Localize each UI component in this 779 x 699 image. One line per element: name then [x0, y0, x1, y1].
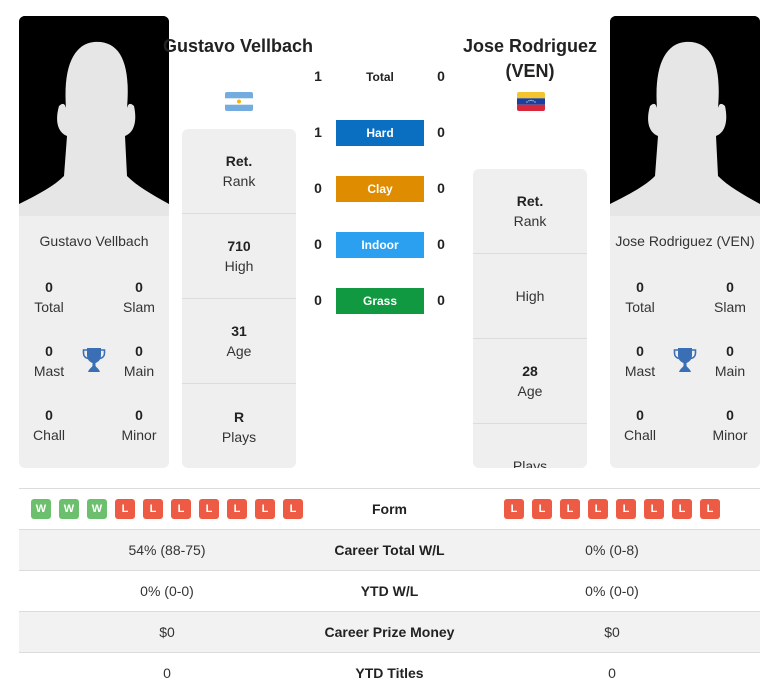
loss-badge[interactable]: L [283, 499, 303, 519]
player1-rank: Ret. Rank [182, 129, 296, 214]
loss-badge[interactable]: L [171, 499, 191, 519]
h2h-grass-row: 0 Grass 0 [300, 288, 460, 314]
table-row: $0 Career Prize Money $0 [19, 612, 760, 653]
loss-badge[interactable]: L [115, 499, 135, 519]
loss-badge[interactable]: L [672, 499, 692, 519]
player2-plays: Plays [512, 458, 548, 468]
comparison-table: WWWLLLLLLL Form LLLLLLLL 54% (88-75) Car… [19, 488, 760, 694]
silhouette-icon [610, 16, 760, 216]
h2h-p2-value: 0 [437, 68, 445, 84]
form-row: WWWLLLLLLL Form LLLLLLLL [19, 489, 760, 530]
h2h-total-row: 1 Total 0 [300, 64, 460, 90]
player1-plays: R Plays [221, 408, 257, 445]
player2-value: 0% (0-0) [585, 583, 639, 599]
player2-high: High [473, 254, 587, 339]
player1-value: $0 [159, 624, 175, 640]
player2-minor-titles: 0 Minor [712, 407, 748, 443]
loss-badge[interactable]: L [700, 499, 720, 519]
player1-full-name: Gustavo Vellbach [39, 233, 149, 249]
loss-badge[interactable]: L [199, 499, 219, 519]
player2-mast-titles: 0 Mast [624, 343, 656, 379]
row-label: Form [372, 501, 407, 517]
h2h-p1-value: 1 [314, 124, 322, 140]
player1-rank-card: Ret. Rank 710 High 31 Age R Plays [182, 129, 296, 468]
loss-badge[interactable]: L [644, 499, 664, 519]
h2h-p2-value: 0 [437, 124, 445, 140]
player2-age: 28 Age [473, 339, 587, 424]
h2h-p1-value: 0 [314, 292, 322, 308]
player2-chall-titles: 0 Chall [624, 407, 656, 443]
player2-photo [610, 16, 760, 216]
h2h-p1-value: 1 [314, 68, 322, 84]
player1-high: 710 High [182, 214, 296, 299]
loss-badge[interactable]: L [532, 499, 552, 519]
player2-total-titles: 0 Total [625, 279, 655, 315]
row-label: Career Prize Money [324, 624, 455, 640]
h2h-p1-value: 0 [314, 236, 322, 252]
venezuela-flag-icon [517, 92, 545, 111]
loss-badge[interactable]: L [227, 499, 247, 519]
player1-chall-titles: 0 Chall [33, 407, 65, 443]
win-badge[interactable]: W [87, 499, 107, 519]
row-label: Career Total W/L [334, 542, 445, 558]
loss-badge[interactable]: L [560, 499, 580, 519]
player2-name-link[interactable]: Jose Rodriguez (VEN) [450, 34, 610, 84]
player2-form-badges: LLLLLLLL [464, 489, 760, 529]
loss-badge[interactable]: L [588, 499, 608, 519]
argentina-flag-icon [225, 92, 253, 111]
player2-value: 0% (0-8) [585, 542, 639, 558]
player1-photo [19, 16, 169, 216]
player2-value: 0 [608, 665, 616, 681]
h2h-clay-row: 0 Clay 0 [300, 176, 460, 202]
loss-badge[interactable]: L [255, 499, 275, 519]
player1-total-titles: 0 Total [34, 279, 64, 315]
table-row: 54% (88-75) Career Total W/L 0% (0-8) [19, 530, 760, 571]
surface-clay-button[interactable]: Clay [336, 176, 424, 202]
player2-full-name: Jose Rodriguez (VEN) [615, 233, 755, 249]
h2h-p1-value: 0 [314, 180, 322, 196]
player1-name-link[interactable]: Gustavo Vellbach [158, 34, 318, 59]
player1-value: 54% (88-75) [128, 542, 206, 558]
player2-value: $0 [604, 624, 620, 640]
loss-badge[interactable]: L [616, 499, 636, 519]
surface-grass-button[interactable]: Grass [336, 288, 424, 314]
row-label: YTD Titles [355, 665, 424, 681]
player2-titles-card: Jose Rodriguez (VEN) 0 Total 0 Slam 0 Mast … [610, 216, 760, 468]
player1-value: 0 [163, 665, 171, 681]
player2-main-titles: 0 Main [714, 343, 746, 379]
loss-badge[interactable]: L [504, 499, 524, 519]
player1-form-badges: WWWLLLLLLL [19, 489, 315, 529]
player1-value: 0% (0-0) [140, 583, 194, 599]
player1-mast-titles: 0 Mast [33, 343, 65, 379]
win-badge[interactable]: W [31, 499, 51, 519]
player1-titles-card: Gustavo Vellbach 0 Total 0 Slam 0 Mast 0 Mai… [19, 216, 169, 468]
surface-total-label: Total [366, 70, 394, 84]
player2-rank-card: Ret. Rank High 28 Age Plays [473, 169, 587, 468]
surface-indoor-button[interactable]: Indoor [336, 232, 424, 258]
player2-slam-titles: 0 Slam [714, 279, 746, 315]
table-row: 0 YTD Titles 0 [19, 653, 760, 694]
player1-minor-titles: 0 Minor [121, 407, 157, 443]
player1-age: 31 Age [182, 299, 296, 384]
player1-slam-titles: 0 Slam [123, 279, 155, 315]
h2h-hard-row: 1 Hard 0 [300, 120, 460, 146]
h2h-p2-value: 0 [437, 236, 445, 252]
player1-main-titles: 0 Main [123, 343, 155, 379]
surface-hard-button[interactable]: Hard [336, 120, 424, 146]
silhouette-icon [19, 16, 169, 216]
row-label: YTD W/L [360, 583, 419, 599]
trophy-icon [82, 348, 106, 372]
table-row: 0% (0-0) YTD W/L 0% (0-0) [19, 571, 760, 612]
loss-badge[interactable]: L [143, 499, 163, 519]
h2h-p2-value: 0 [437, 292, 445, 308]
h2h-indoor-row: 0 Indoor 0 [300, 232, 460, 258]
trophy-icon [673, 348, 697, 372]
win-badge[interactable]: W [59, 499, 79, 519]
h2h-p2-value: 0 [437, 180, 445, 196]
player2-rank: Ret. Rank [473, 169, 587, 254]
